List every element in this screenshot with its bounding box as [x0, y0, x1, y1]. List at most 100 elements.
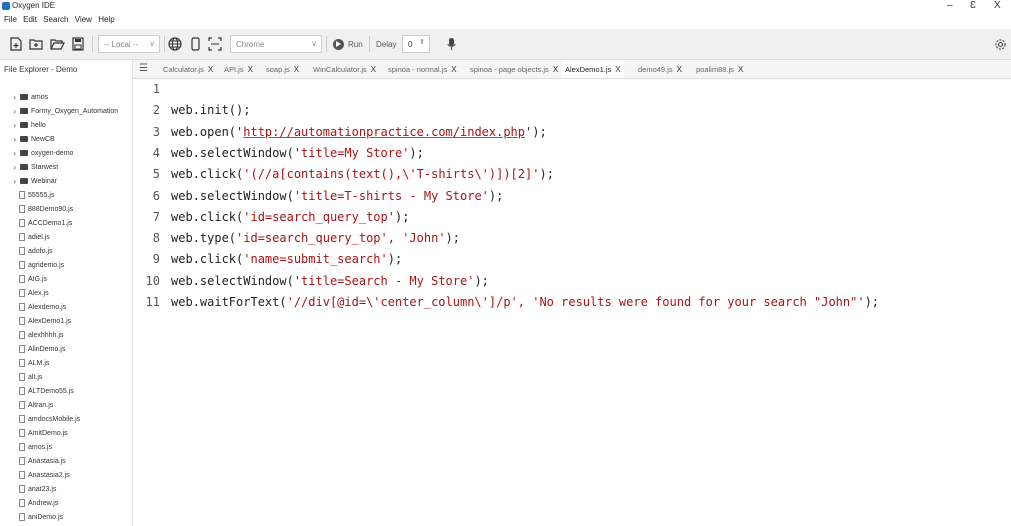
- code-string: 'title=My Store': [293, 145, 410, 160]
- close-tab-icon[interactable]: X: [553, 65, 558, 74]
- menu-file[interactable]: File: [4, 15, 17, 24]
- close-tab-icon[interactable]: X: [677, 65, 682, 74]
- file-item[interactable]: 888Demo90.js: [0, 202, 132, 216]
- editor-tab[interactable]: API.js X: [221, 60, 256, 78]
- editor-tab[interactable]: WinCalculator.js X: [310, 60, 379, 78]
- file-item[interactable]: anat23.js: [0, 482, 132, 496]
- file-item[interactable]: 55555.js: [0, 188, 132, 202]
- code-editor[interactable]: 1 2 web.init(); 3 web.open('http://automatio…: [133, 79, 1011, 526]
- file-item[interactable]: Altran.js: [0, 398, 132, 412]
- chevron-right-icon[interactable]: ›: [6, 149, 16, 158]
- file-item[interactable]: agridemo.js: [0, 258, 132, 272]
- folder-item[interactable]: › Webinar: [0, 174, 132, 188]
- restore-button[interactable]: Ɛ: [970, 0, 976, 11]
- editor-tab[interactable]: soap.js X: [263, 60, 302, 78]
- line-number: 5: [152, 167, 160, 182]
- file-item[interactable]: AlexDemo1.js: [0, 314, 132, 328]
- web-mode-button[interactable]: [167, 35, 183, 53]
- close-tab-icon[interactable]: X: [294, 65, 299, 74]
- oxygen-app-icon: [2, 2, 10, 10]
- close-tab-icon[interactable]: X: [615, 65, 620, 74]
- tabs-menu-icon[interactable]: ☰: [139, 63, 148, 74]
- browser-select[interactable]: Chrome ∨: [230, 35, 322, 53]
- folder-item[interactable]: › Starwest: [0, 160, 132, 174]
- close-tab-icon[interactable]: X: [738, 65, 743, 74]
- folder-item[interactable]: › oxygen-demo: [0, 146, 132, 160]
- file-item[interactable]: Anastasia.js: [0, 454, 132, 468]
- file-item[interactable]: Alexdemo.js: [0, 300, 132, 314]
- file-icon: [19, 345, 25, 353]
- folder-item[interactable]: › Formy_Oxygen_Automation: [0, 104, 132, 118]
- file-explorer-title: File Explorer - Demo: [4, 65, 78, 74]
- new-folder-button[interactable]: [28, 35, 44, 53]
- new-file-button[interactable]: [8, 35, 24, 53]
- editor-tab[interactable]: spinoa - normal.js X: [385, 60, 460, 78]
- mobile-icon: [190, 37, 200, 51]
- folder-item[interactable]: › amos: [0, 90, 132, 104]
- editor-tab[interactable]: demo49.js X: [635, 60, 685, 78]
- code-line: 3 web.open('http://automationpractice.com…: [133, 123, 547, 141]
- editor-tab[interactable]: Calculator.js X: [160, 60, 216, 78]
- folder-icon: [20, 108, 28, 114]
- file-item[interactable]: Anastasia2.js: [0, 468, 132, 482]
- mobile-mode-button[interactable]: [188, 35, 202, 53]
- file-label: Alexdemo.js: [28, 303, 67, 311]
- chevron-right-icon[interactable]: ›: [6, 163, 16, 172]
- file-item[interactable]: ACCDemo1.js: [0, 216, 132, 230]
- file-item[interactable]: adiel.js: [0, 230, 132, 244]
- file-label: AmitDemo.js: [28, 429, 68, 437]
- code-line: 7 web.click('id=search_query_top');: [133, 208, 410, 226]
- close-tab-icon[interactable]: X: [208, 65, 213, 74]
- editor-tab[interactable]: spinoa - page objects.js X: [467, 60, 561, 78]
- record-button[interactable]: [445, 35, 457, 53]
- file-item[interactable]: alexhhhh.js: [0, 328, 132, 342]
- close-button[interactable]: X: [994, 0, 1001, 11]
- folder-item[interactable]: › NewCB: [0, 132, 132, 146]
- file-item[interactable]: Andrew.js: [0, 496, 132, 510]
- file-item[interactable]: alt.js: [0, 370, 132, 384]
- editor-tab[interactable]: AlexDemo1.js X: [562, 60, 624, 78]
- file-item[interactable]: ALTDemo55.js: [0, 384, 132, 398]
- chevron-right-icon[interactable]: ›: [6, 93, 16, 102]
- file-item[interactable]: adofo.js: [0, 244, 132, 258]
- close-tab-icon[interactable]: X: [248, 65, 253, 74]
- desktop-mode-button[interactable]: [207, 35, 223, 53]
- editor-tab[interactable]: poalim88.js X: [693, 60, 746, 78]
- file-icon: [19, 219, 25, 227]
- menu-view[interactable]: View: [75, 15, 92, 24]
- menu-edit[interactable]: Edit: [23, 15, 37, 24]
- delay-stepper[interactable]: 0 ⬍: [402, 35, 430, 53]
- close-tab-icon[interactable]: X: [451, 65, 456, 74]
- file-item[interactable]: Alex.js: [0, 286, 132, 300]
- stepper-arrows-icon[interactable]: ⬍: [419, 38, 425, 46]
- code-text: web.open('http://automationpractice.com/…: [171, 125, 547, 139]
- code-token: );: [409, 145, 424, 160]
- tab-label: demo49.js: [638, 64, 673, 74]
- chevron-right-icon[interactable]: ›: [6, 135, 16, 144]
- file-icon: [19, 513, 25, 521]
- close-tab-icon[interactable]: X: [371, 65, 376, 74]
- file-item[interactable]: AmitDemo.js: [0, 426, 132, 440]
- folder-label: Webinar: [31, 177, 57, 185]
- file-item[interactable]: amos.js: [0, 440, 132, 454]
- file-item[interactable]: aniDemo.js: [0, 510, 132, 524]
- mode-select[interactable]: -- Local -- ∨: [98, 35, 160, 53]
- save-button[interactable]: [70, 35, 86, 53]
- folder-item[interactable]: › hello: [0, 118, 132, 132]
- chevron-right-icon[interactable]: ›: [6, 121, 16, 130]
- file-label: amdocsMobile.js: [28, 415, 81, 423]
- menu-help[interactable]: Help: [98, 15, 114, 24]
- chevron-right-icon[interactable]: ›: [6, 177, 16, 186]
- folder-icon: [20, 150, 28, 156]
- menu-search[interactable]: Search: [43, 15, 68, 24]
- file-item[interactable]: amdocsMobile.js: [0, 412, 132, 426]
- file-item[interactable]: AIG.js: [0, 272, 132, 286]
- file-item[interactable]: ALM.js: [0, 356, 132, 370]
- tab-label: API.js: [224, 64, 244, 74]
- chevron-right-icon[interactable]: ›: [6, 107, 16, 116]
- settings-button[interactable]: [993, 35, 1007, 53]
- file-item[interactable]: AlinDemo.js: [0, 342, 132, 356]
- open-folder-button[interactable]: [49, 35, 65, 53]
- run-button[interactable]: Run: [333, 35, 365, 53]
- minimize-button[interactable]: –: [947, 0, 953, 11]
